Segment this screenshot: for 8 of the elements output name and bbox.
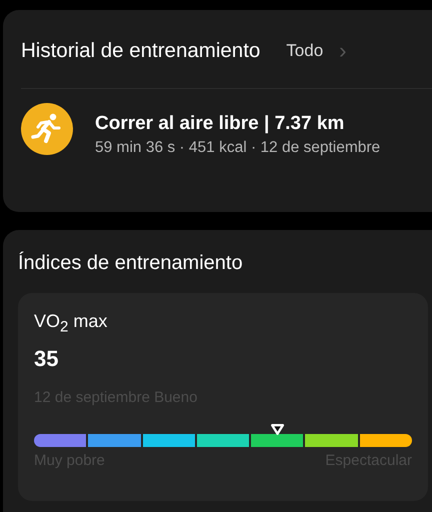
all-link[interactable]: Todo bbox=[286, 40, 324, 60]
section-title: Índices de entrenamiento bbox=[18, 252, 244, 275]
section-title: Historial de entrenamiento bbox=[21, 38, 260, 62]
runner-icon bbox=[21, 103, 73, 155]
workout-title[interactable]: Correr al aire libre | 7.37 km bbox=[95, 113, 395, 135]
workout-details: 59 min 36 s · 451 kcal · 12 de septiembre bbox=[95, 138, 382, 157]
metric-value: 35 bbox=[34, 346, 60, 372]
metric-title: VO$_{2}$ max bbox=[34, 311, 108, 336]
